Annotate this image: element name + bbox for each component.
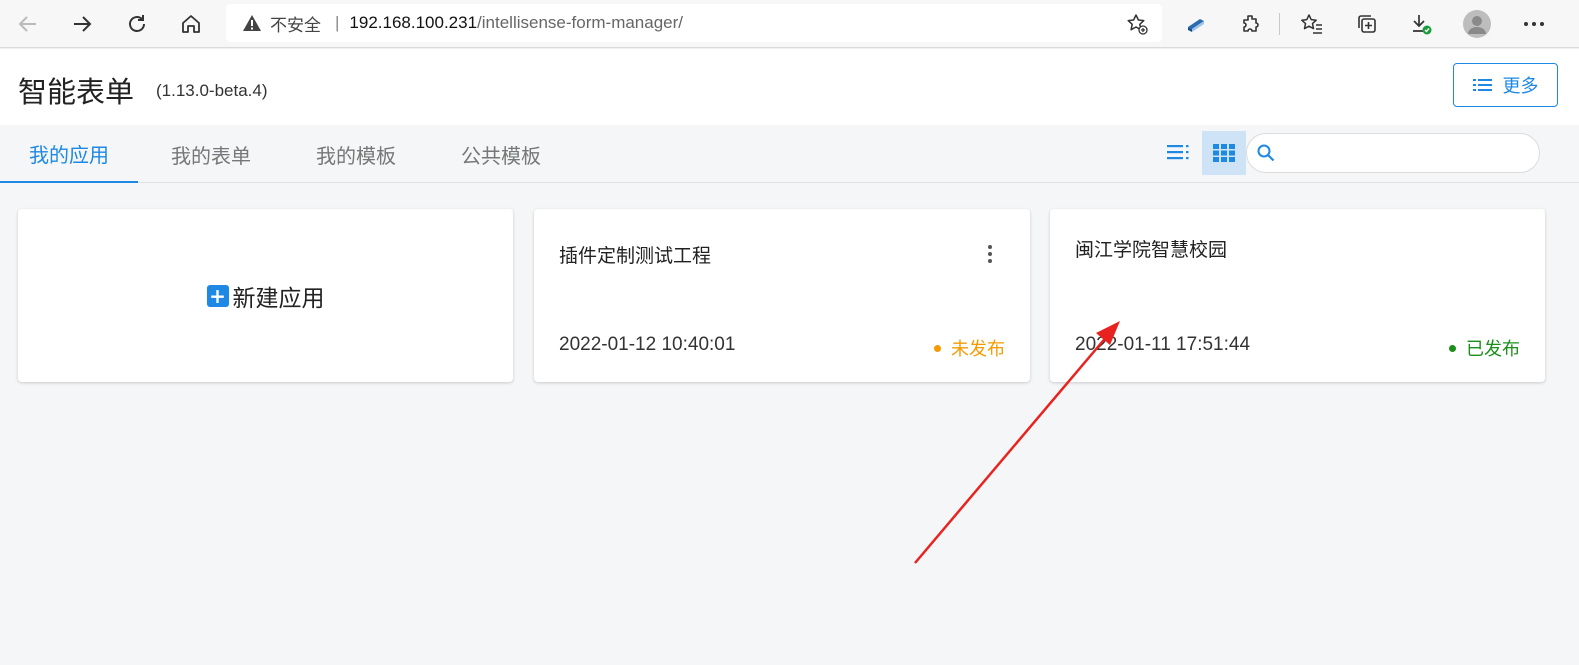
arrow-right-icon <box>74 16 92 32</box>
collections-icon[interactable] <box>1352 9 1382 39</box>
favorites-icon[interactable] <box>1297 9 1327 39</box>
grid-view-button[interactable] <box>1202 131 1246 175</box>
url-host: 192.168.100.231 <box>349 13 478 32</box>
new-app-card[interactable]: + 新建应用 <box>18 209 513 382</box>
more-button[interactable]: 更多 <box>1453 63 1558 107</box>
arrow-left-icon <box>18 16 36 32</box>
app-card[interactable]: 闽江学院智慧校园 2022-01-11 17:51:44 已发布 <box>1050 209 1545 382</box>
extension-book-icon[interactable] <box>1181 9 1211 39</box>
kebab-menu-icon[interactable] <box>984 243 996 265</box>
back-button[interactable] <box>10 6 46 42</box>
downloads-icon[interactable] <box>1406 9 1436 39</box>
status-label: 未发布 <box>951 339 1005 360</box>
app-version: (1.13.0-beta.4) <box>156 81 268 100</box>
plus-icon: + <box>206 284 229 307</box>
list-icon <box>1472 79 1492 91</box>
address-bar[interactable]: 不安全 | 192.168.100.231/intellisense-form-… <box>226 4 1162 42</box>
tab-my-forms[interactable]: 我的表单 <box>146 125 276 183</box>
search-box <box>1246 133 1540 173</box>
app-card-date: 2022-01-12 10:40:01 <box>559 334 736 355</box>
tab-public-templates[interactable]: 公共模板 <box>436 125 566 183</box>
status-dot-icon <box>934 344 941 352</box>
search-input[interactable] <box>1281 138 1539 168</box>
app-header: 智能表单 (1.13.0-beta.4) 更多 <box>0 49 1579 125</box>
app-card[interactable]: 插件定制测试工程 2022-01-12 10:40:01 未发布 <box>534 209 1030 382</box>
forward-button[interactable] <box>64 6 100 42</box>
more-menu-icon[interactable] <box>1519 9 1549 39</box>
toolbar-divider <box>1279 13 1280 35</box>
status-badge: 未发布 <box>934 335 1005 361</box>
refresh-icon <box>129 15 145 32</box>
browser-toolbar: 不安全 | 192.168.100.231/intellisense-form-… <box>0 0 1579 48</box>
extensions-puzzle-icon[interactable] <box>1236 9 1266 39</box>
app-card-title: 插件定制测试工程 <box>559 245 712 267</box>
tab-my-templates[interactable]: 我的模板 <box>291 125 421 183</box>
app-card-date: 2022-01-11 17:51:44 <box>1075 334 1251 355</box>
tab-bar: 我的应用 我的表单 我的模板 公共模板 <box>0 125 1579 183</box>
address-separator: | <box>335 13 340 32</box>
add-favorite-icon[interactable] <box>1126 13 1148 40</box>
more-button-label: 更多 <box>1502 76 1539 97</box>
warning-icon[interactable] <box>242 14 262 32</box>
list-view-button[interactable] <box>1158 131 1200 173</box>
refresh-button[interactable] <box>119 6 155 42</box>
page-title: 智能表单 <box>18 75 135 109</box>
profile-avatar-icon[interactable] <box>1462 9 1492 39</box>
home-icon <box>182 15 200 33</box>
status-badge: 已发布 <box>1449 335 1520 361</box>
app-card-title: 闽江学院智慧校园 <box>1075 239 1228 261</box>
url-path: /intellisense-form-manager/ <box>477 13 684 32</box>
grid-view-icon <box>1213 144 1235 162</box>
home-button[interactable] <box>173 6 209 42</box>
tab-my-apps[interactable]: 我的应用 <box>0 125 138 183</box>
status-label: 已发布 <box>1466 339 1520 360</box>
status-dot-icon <box>1449 344 1456 352</box>
search-icon <box>1257 144 1275 162</box>
new-app-label: 新建应用 <box>232 285 325 312</box>
list-view-icon <box>1167 145 1189 160</box>
security-label[interactable]: 不安全 <box>270 11 321 36</box>
